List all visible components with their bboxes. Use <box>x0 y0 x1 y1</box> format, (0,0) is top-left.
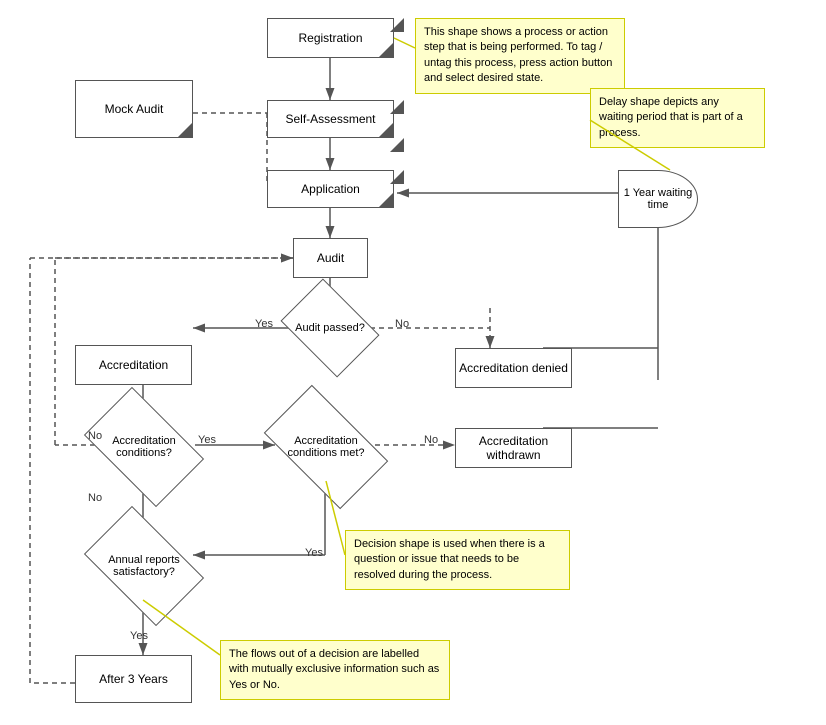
accreditation-conditions-met-diamond[interactable]: Accreditation conditions met? <box>272 413 380 481</box>
flow-label-no3: No <box>88 492 102 504</box>
flow-label-no2: No <box>395 318 409 330</box>
self-assessment-box[interactable]: Self-Assessment <box>267 100 394 138</box>
accreditation-box[interactable]: Accreditation <box>75 345 192 385</box>
flow-label-yes2: Yes <box>198 434 216 446</box>
accreditation-withdrawn-box[interactable]: Accreditation withdrawn <box>455 428 572 468</box>
annual-reports-diamond[interactable]: Annual reports satisfactory? <box>93 532 195 600</box>
corner-tag-4 <box>390 138 404 152</box>
application-box[interactable]: Application <box>267 170 394 208</box>
tooltip-process: This shape shows a process or action ste… <box>415 18 625 94</box>
corner-tag-2 <box>390 170 404 184</box>
delay-shape[interactable]: 1 Year waiting time <box>618 170 698 228</box>
mock-audit-box[interactable]: Mock Audit <box>75 80 193 138</box>
flow-label-no5: No <box>424 434 438 446</box>
after-years-box[interactable]: After 3 Years <box>75 655 192 703</box>
corner-tag-3 <box>390 18 404 32</box>
flow-label-no1: Yes <box>255 318 273 330</box>
tooltip-flows: The flows out of a decision are labelled… <box>220 640 450 700</box>
audit-passed-diamond[interactable]: Audit passed? <box>290 298 370 358</box>
flow-label-yes4: Yes <box>130 630 148 642</box>
registration-box[interactable]: Registration <box>267 18 394 58</box>
tooltip-decision: Decision shape is used when there is a q… <box>345 530 570 590</box>
flow-label-yes3: Yes <box>305 547 323 559</box>
audit-box[interactable]: Audit <box>293 238 368 278</box>
accreditation-denied-box[interactable]: Accreditation denied <box>455 348 572 388</box>
tooltip-delay: Delay shape depicts any waiting period t… <box>590 88 765 148</box>
corner-tag-1 <box>390 100 404 114</box>
diagram-container: Registration Mock Audit Self-Assessment … <box>0 0 826 725</box>
accreditation-conditions-diamond[interactable]: Accreditation conditions? <box>93 413 195 481</box>
